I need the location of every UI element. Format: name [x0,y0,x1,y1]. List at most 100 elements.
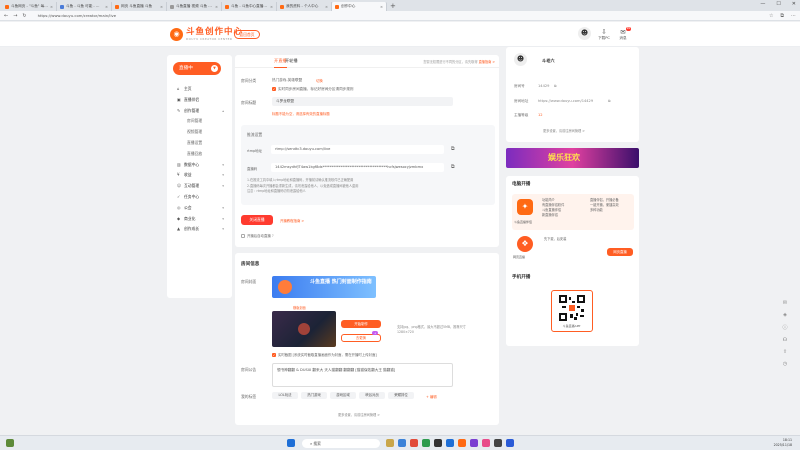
url-field[interactable]: https://www.douyu.com/creator/main/live [38,13,117,18]
browser-tab[interactable]: 创作中心 × [332,2,387,11]
app-icon-1[interactable] [410,439,418,447]
tab-close-icon[interactable]: × [215,5,218,9]
edit-tags-link[interactable]: + 编辑 [426,394,437,399]
app-icon-5[interactable] [470,439,478,447]
rtmp-input[interactable]: rtmp://sendtc3.douyu.com/live [271,145,444,154]
level-value: 12 [538,113,543,117]
sidebar-item[interactable]: 房间管理 [167,116,232,127]
sidebar-item[interactable]: 直播设置 [167,138,232,149]
tab-close-icon[interactable]: × [50,5,53,9]
sidebar-item[interactable]: ¥ 收益 ▾ [167,170,232,181]
tag-chip[interactable]: 游戏区域 [330,392,356,399]
browser-tab[interactable]: 斗鱼直播 视频 斗鱼 之旅 × [167,2,222,11]
info-icon[interactable]: ⓘ [782,324,787,331]
tab-close-icon[interactable]: × [105,5,108,9]
sidebar-item[interactable]: ◆ 商业化 ▾ [167,214,232,225]
change-cover-button[interactable]: 去更换 [341,334,381,342]
headset-icon[interactable]: ☊ [783,337,787,343]
app-icon-3[interactable] [446,439,454,447]
sync-checkbox[interactable]: ✓ 实时同步房间直播，标记好房间分区请同步规则 [272,87,353,92]
logo[interactable]: ◉ 斗鱼创作中心 DOUYU CREATOR CENTER [170,28,243,41]
screenshot-checkbox[interactable]: ✓ 实时截图 [系统实时截取直播画面作为封面，需在开播时上传封面] [272,352,377,357]
sidebar-item[interactable]: ⌂ 主页 [167,84,232,95]
maximize-icon[interactable]: ☐ [776,1,780,7]
sidebar-item[interactable]: ▲ 创作成长 ▾ [167,224,232,235]
menu-icon[interactable]: ⋯ [791,13,796,19]
tab-record[interactable]: 开轮播 [285,58,298,64]
sidebar-item[interactable]: ▥ 数据中心 ▾ [167,160,232,171]
sidebar-item[interactable]: ☺ 互动管理 ▾ [167,181,232,192]
gift-icon[interactable]: ◈ [783,312,787,318]
feedback-icon[interactable]: ✉ [783,300,787,306]
sidebar-item[interactable]: ◎ 公会 ▾ [167,203,232,214]
app-icon-6[interactable] [482,439,490,447]
make-cover-button[interactable]: 开始制作 [341,320,381,328]
notice-textarea[interactable]: 想书神翻翻 & DUSIX 翻来大 天人猫翻翻 翻翻翻 [猫猫保佑翻大王 猫翻猫… [272,363,453,387]
home-button[interactable]: 返回首页 [234,30,260,39]
edge-icon[interactable] [398,439,406,447]
app-icon-8[interactable] [506,439,514,447]
auto-live-checkbox[interactable]: 开播后自动直播 ? [241,233,274,238]
refresh-icon[interactable]: ↻ [22,13,26,19]
live-status-button[interactable]: 直播中 ▼ [173,62,221,75]
app-icon-7[interactable] [494,439,502,447]
copy-room-icon[interactable]: ⧉ [554,84,557,88]
sidebar-item[interactable]: ▣ 直播伴侣 [167,95,232,106]
windows-start-icon[interactable] [287,439,295,447]
download-pc-button[interactable]: ⇩ 下载PC [595,28,613,41]
share-icon[interactable]: ⇪ [783,349,787,355]
weather-icon[interactable] [6,439,14,447]
browser-tab[interactable]: 斗鱼 - 斗鱼中心直播平台 × [222,2,277,11]
stream-key-input[interactable]: 1442msydhfJT4aw1kgf8ds******************… [271,163,444,172]
tag-chip[interactable]: 荣耀排位 [388,392,414,399]
profile-avatar[interactable]: ☻ [514,53,527,66]
explorer-icon[interactable] [386,439,394,447]
profile-more-link[interactable]: 更多设置，请前往房间管理 > [543,129,585,135]
clock-icon[interactable]: ◷ [783,361,787,367]
taskbar-clock[interactable]: 18:11 2025/11/18 [774,438,792,448]
tab-close-icon[interactable]: × [160,5,163,9]
promo-banner[interactable]: 娱乐狂欢 [506,148,639,168]
wechat-icon[interactable] [422,439,430,447]
category-switch-link[interactable]: 切换 [316,78,323,83]
tag-chip[interactable]: LOL玩法 [272,392,298,399]
back-icon[interactable]: ← [4,13,8,19]
tag-chip[interactable]: 峡谷对战 [359,392,385,399]
copy-url-icon[interactable]: ⧉ [608,99,611,103]
tag-chip[interactable]: 热门游戏 [301,392,327,399]
browser-tab[interactable]: 斗鱼 - 斗鱼 可能 - 斗鱼 × [57,2,112,11]
room-settings-link[interactable]: 更多设置，请前往房间管理 > [338,413,380,419]
tutorial-link[interactable]: 开播教程指南 > [280,218,304,223]
tab-close-icon[interactable]: × [380,5,383,9]
sidebar-item[interactable]: ✎ 创作管理 ▴ [167,106,232,117]
sidebar-item[interactable]: 视频管理 [167,127,232,138]
live-guide-link[interactable]: 直播指南 > [479,60,495,64]
copy-rtmp-icon[interactable]: ⧉ [451,146,455,152]
new-tab-icon[interactable]: + [390,2,396,11]
taskbar-search[interactable]: ⌕ 搜索 [302,439,380,448]
avatar[interactable]: ☻ [578,27,591,40]
tab-close-icon[interactable]: × [325,5,328,9]
close-live-button[interactable]: 关闭直播 [241,215,273,225]
sidebar-item[interactable]: 直播回放 [167,149,232,160]
extensions-icon[interactable]: ⧉ [780,13,784,19]
browser-tab[interactable]: 网页 斗鱼直播 斗鱼 × [112,2,167,11]
browser-tab[interactable]: 我的资料 - 个人中心 × [277,2,332,11]
message-button[interactable]: ✉ 99 消息 [614,27,632,41]
cover-guide-banner[interactable]: 斗鱼直播 热门封面制作指南 [272,276,376,298]
title-input[interactable]: 斗罗龙联盟 [272,97,453,106]
star-icon[interactable]: ☆ [769,13,773,19]
browser-tab[interactable]: 斗鱼网页 - "斗鱼" 每 ... 斗鱼× [2,2,57,11]
help-icon[interactable]: ? [272,234,274,238]
app-icon-2[interactable] [434,439,442,447]
web-live-button[interactable]: 网页直播 [607,248,633,256]
forward-icon[interactable]: → [13,13,17,19]
live-companion-box[interactable]: ✦ 斗鱼直播伴侣 功能简介 有直播伴侣软件 斗鱼直播伴侣 新直播伴侣 直播伴侣，… [512,194,634,230]
sidebar-item[interactable]: ✓ 任务中心 [167,192,232,203]
app-icon-4[interactable] [458,439,466,447]
copy-key-icon[interactable]: ⧉ [451,164,455,170]
cover-image[interactable] [272,311,336,347]
minimize-icon[interactable]: — [760,1,765,7]
tab-close-icon[interactable]: × [270,5,273,9]
close-icon[interactable]: ✕ [792,1,796,7]
